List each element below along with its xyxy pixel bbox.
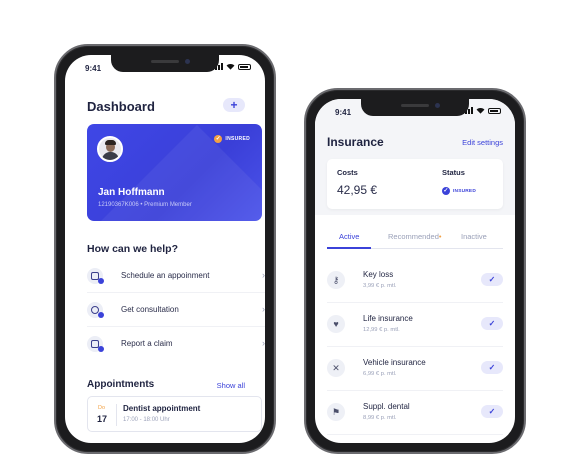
appointments-heading: Appointments (87, 379, 155, 390)
tab-underline (327, 247, 371, 249)
key-icon: ⚷ (327, 271, 345, 289)
page-title: Dashboard (87, 99, 155, 114)
appointment-name: Dentist appointment (123, 404, 201, 413)
check-badge-icon: ✓ (214, 135, 223, 143)
calendar-icon (87, 268, 104, 284)
costs-value: 42,95 € (337, 183, 378, 197)
appointment-card[interactable]: Do 17 Dentist appointment 17:00 - 18:00 … (87, 396, 262, 432)
divider (87, 292, 265, 293)
member-name: Jan Hoffmann (98, 187, 165, 198)
insurance-item-life[interactable]: ♥ Life insurance 12,99 € p. mtl. ✓ (327, 303, 503, 347)
insurance-price: 3,99 € p. mtl. (363, 283, 397, 289)
chevron-right-icon: › (262, 270, 265, 280)
show-all-link[interactable]: Show all (217, 381, 245, 390)
help-item-label: Report a claim (121, 339, 173, 348)
divider (327, 434, 503, 435)
appointment-date: 17 (97, 414, 108, 424)
help-item-consultation[interactable]: Get consultation › (87, 298, 265, 324)
insurance-screen: 9:41 Insurance Edit settings Costs 42,95… (315, 99, 515, 443)
insurance-name: Key loss (363, 270, 394, 279)
check-toggle[interactable]: ✓ (481, 361, 503, 374)
dashboard-screen: 9:41 Dashboard + ✓ INSURED Jan Hoffmann … (65, 55, 265, 443)
add-button[interactable]: + (223, 98, 245, 112)
help-item-label: Schedule an appoinment (121, 271, 210, 280)
phone-dashboard: 9:41 Dashboard + ✓ INSURED Jan Hoffmann … (54, 44, 276, 454)
phone-insurance: 9:41 Insurance Edit settings Costs 42,95… (304, 88, 526, 454)
appointment-day-abbr: Do (98, 405, 106, 411)
insurance-price: 12,99 € p. mtl. (363, 327, 400, 333)
tab-recommended[interactable]: Recommended• (388, 232, 442, 241)
chat-icon (87, 302, 104, 318)
wifi-icon (226, 64, 235, 70)
tooth-icon: ⚑ (327, 403, 345, 421)
insurance-item-vehicle[interactable]: ✕ Vehicle insurance 6,99 € p. mtl. ✓ (327, 347, 503, 391)
insured-badge-label: INSURED (225, 136, 250, 142)
insured-badge: ✓ INSURED (214, 135, 250, 143)
tab-inactive[interactable]: Inactive (461, 232, 487, 241)
edit-settings-link[interactable]: Edit settings (462, 138, 503, 147)
help-heading: How can we help? (87, 243, 179, 255)
appointment-time: 17:00 - 18:00 Uhr (123, 417, 170, 423)
insurance-price: 6,99 € p. mtl. (363, 371, 397, 377)
costs-label: Costs (337, 168, 358, 177)
insurance-price: 8,99 € p. mtl. (363, 415, 397, 421)
help-item-label: Get consultation (121, 305, 179, 314)
chevron-right-icon: › (262, 338, 265, 348)
heart-hand-icon: ♥ (327, 315, 345, 333)
notch (361, 99, 469, 116)
insurance-item-key-loss[interactable]: ⚷ Key loss 3,99 € p. mtl. ✓ (327, 259, 503, 303)
avatar (97, 136, 123, 162)
status-badge: ✓ INSURED (442, 187, 476, 195)
document-icon (87, 336, 104, 352)
tools-icon: ✕ (327, 359, 345, 377)
status-badge-label: INSURED (453, 188, 476, 194)
status-time: 9:41 (85, 64, 102, 73)
tab-active[interactable]: Active (339, 232, 359, 241)
wifi-icon (476, 108, 485, 114)
help-item-claim[interactable]: Report a claim › (87, 332, 265, 358)
help-item-schedule[interactable]: Schedule an appoinment › (87, 264, 265, 290)
tab-label: Recommended (388, 232, 439, 241)
insurance-item-dental[interactable]: ⚑ Suppl. dental 8,99 € p. mtl. ✓ (327, 391, 503, 435)
member-subtitle: 12190367K006 • Premium Member (98, 202, 192, 208)
chevron-right-icon: › (262, 304, 265, 314)
notch (111, 55, 219, 72)
tab-dot: • (438, 232, 442, 241)
divider (116, 404, 117, 426)
check-toggle[interactable]: ✓ (481, 405, 503, 418)
summary-card: Costs 42,95 € Status ✓ INSURED (327, 159, 503, 209)
member-card[interactable]: ✓ INSURED Jan Hoffmann 12190367K006 • Pr… (87, 124, 262, 221)
check-toggle[interactable]: ✓ (481, 317, 503, 330)
status-label: Status (442, 168, 465, 177)
status-time: 9:41 (335, 108, 352, 117)
insurance-name: Vehicle insurance (363, 358, 426, 367)
divider (87, 326, 265, 327)
page-title: Insurance (327, 135, 384, 149)
battery-icon (238, 63, 251, 70)
battery-icon (488, 107, 501, 114)
check-badge-icon: ✓ (442, 187, 450, 195)
check-toggle[interactable]: ✓ (481, 273, 503, 286)
insurance-name: Life insurance (363, 314, 413, 323)
insurance-name: Suppl. dental (363, 402, 410, 411)
